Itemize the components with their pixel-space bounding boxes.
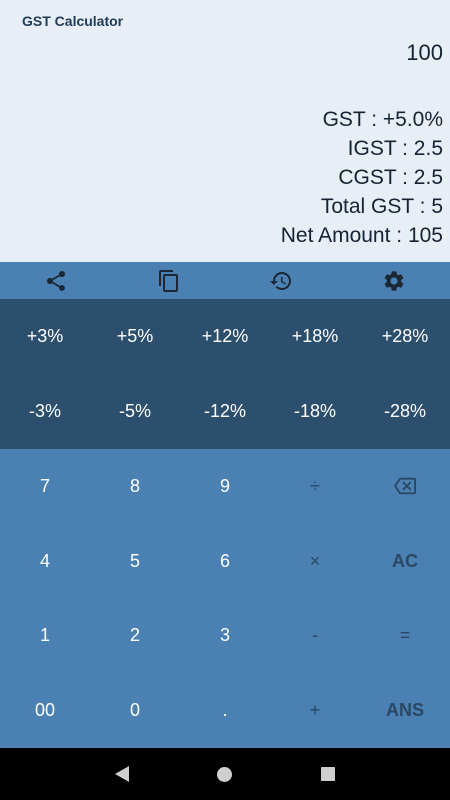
home-icon <box>217 766 233 782</box>
all-clear-button[interactable]: AC <box>360 524 450 599</box>
digit-8-button[interactable]: 8 <box>90 449 180 524</box>
toolbar <box>0 262 450 299</box>
sub-12-percent-button[interactable]: -12% <box>180 374 270 449</box>
backspace-icon <box>394 478 416 495</box>
add-percent-row: +3% +5% +12% +18% +28% <box>0 299 450 374</box>
display-panel: GST Calculator 100 GST : +5.0% IGST : 2.… <box>0 0 450 262</box>
copy-button[interactable] <box>113 262 226 299</box>
percent-panel: +3% +5% +12% +18% +28% -3% -5% -12% -18%… <box>0 299 450 449</box>
keypad-row: 4 5 6 × AC <box>0 524 450 599</box>
keypad-row: 00 0 . + ANS <box>0 673 450 748</box>
history-button[interactable] <box>225 262 338 299</box>
back-icon <box>114 766 129 782</box>
results-block: GST : +5.0% IGST : 2.5 CGST : 2.5 Total … <box>281 105 443 250</box>
add-5-percent-button[interactable]: +5% <box>90 299 180 374</box>
multiply-button[interactable]: × <box>270 524 360 599</box>
digit-3-button[interactable]: 3 <box>180 599 270 674</box>
double-zero-button[interactable]: 00 <box>0 673 90 748</box>
add-18-percent-button[interactable]: +18% <box>270 299 360 374</box>
digit-6-button[interactable]: 6 <box>180 524 270 599</box>
minus-button[interactable]: - <box>270 599 360 674</box>
input-value: 100 <box>406 40 443 65</box>
digit-1-button[interactable]: 1 <box>0 599 90 674</box>
digit-7-button[interactable]: 7 <box>0 449 90 524</box>
sub-percent-row: -3% -5% -12% -18% -28% <box>0 374 450 449</box>
add-3-percent-button[interactable]: +3% <box>0 299 90 374</box>
cgst-value: CGST : 2.5 <box>338 166 443 189</box>
settings-button[interactable] <box>338 262 450 299</box>
share-icon <box>47 270 66 291</box>
recents-icon <box>321 767 336 781</box>
answer-button[interactable]: ANS <box>360 673 450 748</box>
net-amount-value: Net Amount : 105 <box>280 224 443 247</box>
system-nav-bar <box>0 748 450 800</box>
digit-4-button[interactable]: 4 <box>0 524 90 599</box>
add-28-percent-button[interactable]: +28% <box>360 299 450 374</box>
share-button[interactable] <box>0 262 113 299</box>
digit-5-button[interactable]: 5 <box>90 524 180 599</box>
equals-button[interactable]: = <box>360 599 450 674</box>
backspace-button[interactable] <box>360 449 450 524</box>
decimal-button[interactable]: . <box>180 673 270 748</box>
gst-rate: GST : +5.0% <box>322 108 443 131</box>
keypad-row: 1 2 3 - = <box>0 599 450 674</box>
home-button[interactable] <box>205 754 245 794</box>
sub-5-percent-button[interactable]: -5% <box>90 374 180 449</box>
igst-value: IGST : 2.5 <box>347 137 443 160</box>
sub-3-percent-button[interactable]: -3% <box>0 374 90 449</box>
digit-9-button[interactable]: 9 <box>180 449 270 524</box>
digit-2-button[interactable]: 2 <box>90 599 180 674</box>
settings-icon <box>384 270 404 291</box>
keypad-row: 7 8 9 ÷ <box>0 449 450 524</box>
recents-button[interactable] <box>308 754 348 794</box>
history-icon <box>270 271 292 290</box>
sub-18-percent-button[interactable]: -18% <box>270 374 360 449</box>
total-gst-value: Total GST : 5 <box>320 195 443 218</box>
copy-icon <box>158 269 178 292</box>
keypad: 7 8 9 ÷ 4 5 6 × AC 1 2 3 - = 00 0 . + AN… <box>0 449 450 748</box>
sub-28-percent-button[interactable]: -28% <box>360 374 450 449</box>
back-button[interactable] <box>102 754 142 794</box>
plus-button[interactable]: + <box>270 673 360 748</box>
add-12-percent-button[interactable]: +12% <box>180 299 270 374</box>
divide-button[interactable]: ÷ <box>270 449 360 524</box>
digit-0-button[interactable]: 0 <box>90 673 180 748</box>
app-title: GST Calculator <box>22 13 124 29</box>
